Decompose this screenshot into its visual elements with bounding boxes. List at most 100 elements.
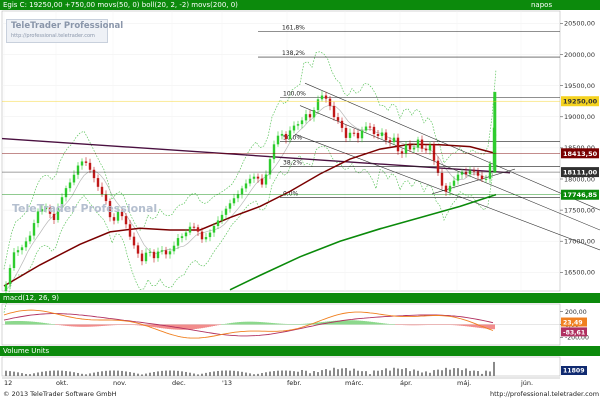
macd-histogram-bar [13,321,15,325]
volume-bar [481,373,483,376]
volume-bar [385,368,387,376]
macd-panel-title: macd(12, 26, 9) [3,294,60,302]
volume-bar [225,370,227,376]
macd-histogram-bar [117,324,119,325]
macd-axis-tick-label: 200,00 [565,309,587,316]
candle-body [184,232,188,237]
volume-bar [425,371,427,376]
macd-histogram-bar [255,321,257,325]
macd-histogram-bar [397,324,399,325]
macd-histogram-bar [467,324,469,327]
candle-body [16,250,20,253]
candle-body [384,132,388,141]
candle-body [264,174,268,185]
macd-histogram-bar [91,324,93,327]
candle-body [368,126,372,128]
macd-histogram-bar [219,324,221,325]
volume-bar [73,372,75,376]
candle-body [72,174,76,183]
candle-body [372,126,376,135]
price-panel [1,10,561,292]
volume-bar [253,374,255,376]
candle-body [300,120,304,125]
macd-histogram-bar [9,321,11,325]
footer-url[interactable]: http://professional.teletrader.com [490,389,599,400]
candle-body [92,169,96,179]
macd-histogram-bar [439,324,441,325]
macd-histogram-bar [133,324,135,326]
macd-histogram-bar [361,320,363,325]
volume-bar [125,371,127,376]
volume-bar [53,370,55,376]
macd-histogram-bar [251,321,253,325]
candle-body [320,95,324,100]
macd-histogram-bar [35,321,37,325]
fibonacci-level-label: 100,0% [283,90,306,97]
candle-body [220,214,224,221]
macd-histogram-bar [423,324,425,326]
watermark-title: TeleTrader Professional [11,21,124,31]
volume-bar [325,369,327,376]
macd-histogram-bar [349,320,351,325]
volume-bar [457,368,459,376]
volume-bar [105,370,107,376]
volume-bar [121,370,123,376]
macd-histogram-bar [273,323,275,325]
macd-histogram-bar [181,324,183,330]
macd-histogram-bar [315,322,317,325]
volume-bar [137,373,139,376]
macd-histogram-bar [31,321,33,325]
macd-histogram-bar [411,324,413,326]
x-axis-tick-label: 12 [4,379,12,387]
volume-bar [373,370,375,376]
volume-bar [401,369,403,376]
candle-body [100,186,104,195]
volume-bar [193,373,195,376]
macd-histogram-bar [443,324,445,325]
y-axis-tick-label: 20500,00 [564,20,595,28]
volume-bar [413,369,415,376]
macd-histogram-bar [287,324,289,325]
macd-histogram-bar [451,324,453,326]
macd-histogram-bar [119,324,121,325]
volume-bar [197,374,199,376]
candle-body [224,208,228,215]
candle-body [356,132,360,139]
macd-histogram-bar [229,323,231,325]
candle-body [24,241,28,248]
macd-histogram-bar [189,324,191,330]
macd-histogram-bar [303,323,305,325]
volume-bar [317,372,319,376]
candle-body [472,170,476,172]
candle-body [296,124,300,126]
macd-histogram-bar [493,324,495,330]
volume-bar [261,373,263,376]
macd-histogram-bar [425,324,427,326]
volume-bar [421,372,423,376]
macd-histogram-bar [139,324,141,326]
x-axis-tick-label: ápr. [400,379,412,387]
candle-body [416,139,420,148]
macd-histogram-bar [61,324,63,326]
candle-body [200,231,204,240]
candle-body [428,144,432,151]
macd-histogram-bar [227,323,229,325]
macd-histogram-bar [445,324,447,325]
volume-bar [285,370,287,376]
macd-histogram-bar [121,324,123,325]
candle-body [112,217,116,221]
macd-histogram-bar [247,321,249,325]
candle-body [256,176,260,179]
chart-canvas[interactable]: 20500,0020000,0019500,0019000,0018500,00… [0,0,600,400]
volume-bar [173,370,175,376]
volume-bar [321,370,323,376]
candle-body [208,232,212,238]
volume-bar [297,371,299,376]
volume-bar [205,372,207,376]
macd-histogram-bar [113,324,115,326]
volume-bar [305,370,307,376]
candle-body [280,133,284,136]
candle-body [284,133,288,140]
volume-bar [217,370,219,376]
macd-histogram-bar [111,324,113,326]
